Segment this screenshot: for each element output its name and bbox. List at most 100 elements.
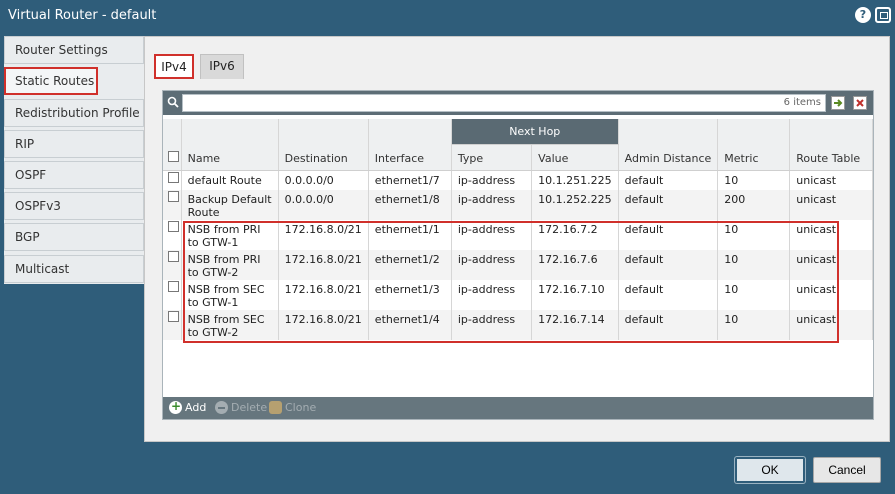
select-all-checkbox[interactable]	[168, 150, 179, 162]
delete-button[interactable]: Delete	[215, 401, 267, 414]
sidebar-item-ospfv3[interactable]: OSPFv3	[4, 192, 144, 220]
column-header-value[interactable]: Value	[531, 144, 619, 171]
route-interface: ethernet1/4	[368, 310, 452, 340]
sidebar-item-multicast[interactable]: Multicast	[4, 255, 144, 283]
route-nexthop-value: 172.16.7.2	[531, 220, 619, 250]
row-checkbox-cell	[163, 170, 182, 190]
route-name[interactable]: Backup Default Route	[181, 190, 279, 220]
sidebar-item-label: RIP	[15, 137, 35, 151]
route-name-line: default Route	[187, 173, 262, 187]
select-all-header	[163, 119, 182, 171]
row-checkbox[interactable]	[168, 171, 179, 183]
route-name-line: NSB from SEC	[187, 283, 265, 296]
sidebar-item-bgp[interactable]: BGP	[4, 223, 144, 251]
row-checkbox[interactable]	[168, 221, 179, 232]
route-name[interactable]: default Route	[181, 170, 279, 190]
route-destination: 0.0.0.0/0	[278, 170, 369, 190]
sidebar-item-static-routes[interactable]: Static Routes	[4, 67, 98, 95]
search-icon	[167, 96, 179, 108]
sidebar-item-label: Router Settings	[15, 43, 108, 57]
column-header-destination[interactable]: Destination	[278, 119, 369, 171]
row-checkbox-cell	[163, 220, 182, 250]
ok-button[interactable]: OK	[735, 457, 805, 483]
table-row[interactable]: default Route 0.0.0.0/0 ethernet1/7 ip-a…	[163, 170, 873, 190]
route-interface: ethernet1/8	[368, 190, 452, 220]
route-nexthop-value: 172.16.7.14	[531, 310, 619, 340]
table-toolbar: Add Delete Clone	[163, 397, 873, 419]
column-header-name[interactable]: Name	[181, 119, 279, 171]
search-bar: 6 items	[163, 91, 873, 115]
route-name[interactable]: NSB from PRI to GTW-1	[181, 220, 279, 250]
route-nexthop-value: 172.16.7.6	[531, 250, 619, 280]
route-table: unicast	[789, 250, 873, 280]
row-checkbox[interactable]	[168, 311, 179, 322]
route-name-line: NSB from SEC	[187, 313, 265, 326]
route-nexthop-type: ip-address	[451, 190, 533, 220]
dialog-title: Virtual Router - default	[8, 8, 157, 23]
cancel-button[interactable]: Cancel	[813, 457, 881, 483]
sidebar-item-ospf[interactable]: OSPF	[4, 161, 144, 189]
route-metric: 10	[717, 220, 791, 250]
sidebar-item-rip[interactable]: RIP	[4, 130, 144, 158]
delete-icon	[215, 401, 228, 414]
sidebar-item-label: Multicast	[15, 262, 70, 276]
sidebar: Router Settings Static Routes Redistribu…	[4, 36, 144, 284]
route-admin-distance: default	[618, 190, 719, 220]
clone-icon	[269, 401, 282, 414]
route-name-line: to GTW-2	[187, 266, 239, 279]
table-row[interactable]: NSB from PRI to GTW-1 172.16.8.0/21 ether…	[163, 220, 873, 250]
column-header-interface[interactable]: Interface	[368, 119, 452, 171]
sidebar-item-label: Redistribution Profile	[15, 106, 140, 120]
tab-label: IPv6	[209, 59, 235, 73]
column-header-type[interactable]: Type	[451, 144, 533, 171]
help-icon[interactable]: ?	[855, 7, 871, 23]
route-name-line: NSB from PRI	[187, 253, 261, 266]
route-interface: ethernet1/1	[368, 220, 452, 250]
row-checkbox-cell	[163, 280, 182, 310]
route-destination: 0.0.0.0/0	[278, 190, 369, 220]
route-admin-distance: default	[618, 220, 719, 250]
table-row[interactable]: Backup Default Route 0.0.0.0/0 ethernet1/…	[163, 190, 873, 220]
maximize-icon[interactable]	[875, 7, 891, 23]
static-routes-panel: 6 items Name Destination Interface Next …	[162, 90, 874, 420]
sidebar-item-redistribution-profile[interactable]: Redistribution Profile	[4, 99, 144, 127]
apply-filter-icon[interactable]	[831, 96, 845, 110]
row-checkbox[interactable]	[168, 281, 179, 292]
route-admin-distance: default	[618, 250, 719, 280]
route-name-line: Backup Default	[187, 193, 272, 206]
route-metric: 10	[717, 250, 791, 280]
table-row[interactable]: NSB from SEC to GTW-1 172.16.8.0/21 ether…	[163, 280, 873, 310]
search-input[interactable]	[182, 94, 826, 112]
route-nexthop-value: 172.16.7.10	[531, 280, 619, 310]
close-icon	[856, 99, 864, 107]
add-button[interactable]: Add	[169, 399, 206, 414]
route-nexthop-value: 10.1.252.225	[531, 190, 619, 220]
sidebar-item-router-settings[interactable]: Router Settings	[4, 36, 144, 64]
add-icon	[169, 399, 182, 414]
route-name[interactable]: NSB from PRI to GTW-2	[181, 250, 279, 280]
table-row[interactable]: NSB from PRI to GTW-2 172.16.8.0/21 ether…	[163, 250, 873, 280]
route-destination: 172.16.8.0/21	[278, 310, 369, 340]
route-name-line: Route	[187, 206, 220, 219]
column-header-route-table[interactable]: Route Table	[789, 119, 873, 171]
route-metric: 10	[717, 280, 791, 310]
column-header-metric[interactable]: Metric	[717, 119, 791, 171]
route-nexthop-type: ip-address	[451, 170, 533, 190]
row-checkbox[interactable]	[168, 191, 179, 202]
table-row[interactable]: NSB from SEC to GTW-2 172.16.8.0/21 ether…	[163, 310, 873, 340]
route-interface: ethernet1/7	[368, 170, 452, 190]
route-nexthop-type: ip-address	[451, 250, 533, 280]
route-name[interactable]: NSB from SEC to GTW-1	[181, 280, 279, 310]
sidebar-item-label: OSPFv3	[15, 199, 61, 213]
clear-filter-icon[interactable]	[853, 96, 867, 110]
route-admin-distance: default	[618, 170, 719, 190]
clone-button[interactable]: Clone	[269, 401, 316, 414]
row-checkbox[interactable]	[168, 251, 179, 262]
route-nexthop-type: ip-address	[451, 220, 533, 250]
route-name[interactable]: NSB from SEC to GTW-2	[181, 310, 279, 340]
arrow-right-icon	[834, 99, 843, 107]
tab-ipv4[interactable]: IPv4	[154, 54, 194, 79]
tab-ipv6[interactable]: IPv6	[200, 54, 244, 79]
column-header-admin-distance[interactable]: Admin Distance	[618, 119, 719, 171]
route-destination: 172.16.8.0/21	[278, 220, 369, 250]
